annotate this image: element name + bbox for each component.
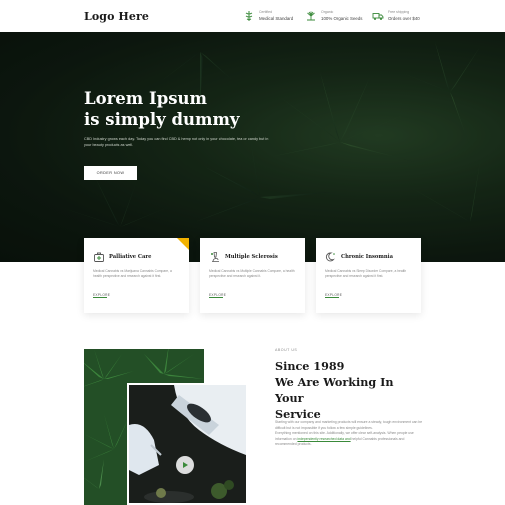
card-description: Medical Cannabis vs Multiple Cannabis Co… xyxy=(209,269,295,278)
about-title-line-1: Since 1989 xyxy=(275,359,345,373)
play-icon xyxy=(181,456,189,474)
feature-label: Orders over $40 xyxy=(388,15,420,21)
about-eyebrow: ABOUT US xyxy=(275,348,298,352)
feature-small-label: Free shipping xyxy=(388,10,410,15)
feature-label: 100% Organic Seeds xyxy=(321,15,363,21)
card-title: Chronic Insomnia xyxy=(341,254,393,260)
laboratory-research-image xyxy=(127,383,248,505)
order-now-button[interactable]: ORDER NOW xyxy=(84,166,137,180)
caduceus-icon xyxy=(243,10,255,22)
service-card-palliative-care[interactable]: Palliative Care Medical Cannabis vs Mari… xyxy=(84,238,189,313)
feature-organic: Organic 100% Organic Seeds xyxy=(305,8,363,24)
service-card-chronic-insomnia[interactable]: Chronic Insomnia Medical Cannabis vs Sle… xyxy=(316,238,421,313)
corner-badge xyxy=(177,238,189,250)
hero-title: Lorem Ipsum is simply dummy xyxy=(84,88,240,130)
about-paragraph-2: Everything mentioned on this site. Addit… xyxy=(275,431,425,448)
feature-small-label: Organic xyxy=(321,10,334,15)
service-card-multiple-sclerosis[interactable]: Multiple Sclerosis Medical Cannabis vs M… xyxy=(200,238,305,313)
card-description: Medical Cannabis vs Sleep Disorder Compa… xyxy=(325,269,407,278)
hero-title-line-1: Lorem Ipsum xyxy=(84,89,208,108)
feature-label: Medical Standard xyxy=(259,15,294,21)
feature-medical-standard: Certified Medical Standard xyxy=(243,8,293,24)
about-title: Since 1989 We Are Working In Your Servic… xyxy=(275,358,425,422)
moon-icon xyxy=(325,250,337,262)
about-research-link[interactable]: independently researched data and xyxy=(297,437,350,441)
about-body: Starting with our company and marketing … xyxy=(275,420,425,448)
link-underline xyxy=(325,297,339,298)
about-paragraph-1: Starting with our company and marketing … xyxy=(275,420,423,430)
leaf-icon xyxy=(305,10,317,22)
link-underline xyxy=(93,297,107,298)
about-title-line-2: We Are Working In Your xyxy=(275,375,394,405)
site-header: Logo Here Certified Medical Standard Org… xyxy=(0,0,505,32)
card-title: Palliative Care xyxy=(109,254,152,260)
play-button[interactable] xyxy=(176,456,194,474)
microscope-icon xyxy=(209,250,221,262)
hero-subtitle: CBD Industry grows each day. Today you c… xyxy=(84,137,269,147)
card-title: Multiple Sclerosis xyxy=(225,254,278,260)
card-description: Medical Cannabis vs Marijuana Cannabis C… xyxy=(93,269,172,278)
hero-title-line-2: is simply dummy xyxy=(84,110,240,129)
first-aid-kit-icon xyxy=(93,250,105,262)
truck-icon xyxy=(372,10,384,22)
hero-section: Lorem Ipsum is simply dummy CBD Industry… xyxy=(0,32,505,262)
feature-shipping: Free shipping Orders over $40 xyxy=(372,8,420,24)
feature-small-label: Certified xyxy=(259,10,273,15)
logo[interactable]: Logo Here xyxy=(84,10,149,23)
link-underline xyxy=(209,297,223,298)
